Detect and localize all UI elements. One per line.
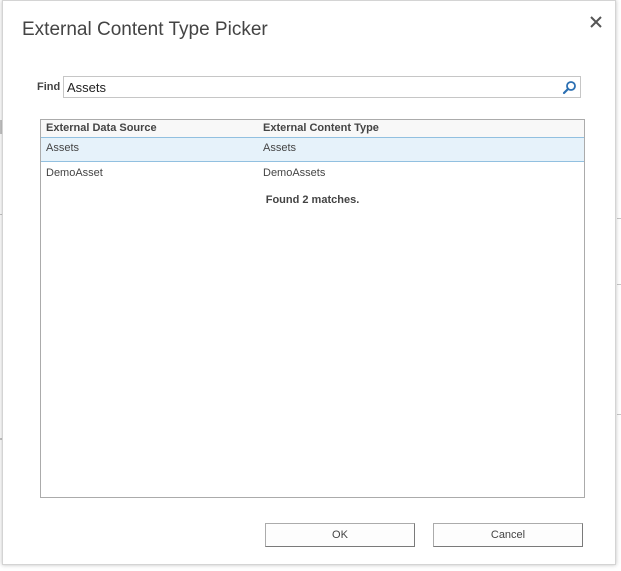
picker-dialog: External Content Type Picker Find Ext [2,0,616,565]
row-content-type: DemoAssets [263,167,326,179]
results-list: External Data Source External Content Ty… [40,119,585,498]
result-row-assets[interactable]: Assets Assets [41,137,584,162]
background-page-edge [617,414,621,415]
find-input[interactable] [65,78,559,96]
column-header-content-type[interactable]: External Content Type [263,122,379,134]
find-row: Find [37,76,583,98]
column-header-data-source[interactable]: External Data Source [46,122,157,134]
result-row-demoasset[interactable]: DemoAsset DemoAssets [41,163,584,188]
find-label: Find [37,81,61,93]
results-header: External Data Source External Content Ty… [41,120,584,138]
close-button[interactable] [587,12,605,32]
background-page-edge [617,218,621,219]
search-button[interactable] [562,80,577,95]
find-field [63,76,581,98]
dialog-title: External Content Type Picker [22,19,268,40]
search-icon [562,80,577,95]
close-icon [587,12,605,32]
match-count-status: Found 2 matches. [265,194,360,206]
row-data-source: Assets [46,142,80,154]
row-content-type: Assets [263,142,297,154]
background-page-edge [617,284,621,285]
row-data-source: DemoAsset [46,167,103,179]
ok-button[interactable]: OK [265,523,415,547]
cancel-button[interactable]: Cancel [433,523,583,547]
